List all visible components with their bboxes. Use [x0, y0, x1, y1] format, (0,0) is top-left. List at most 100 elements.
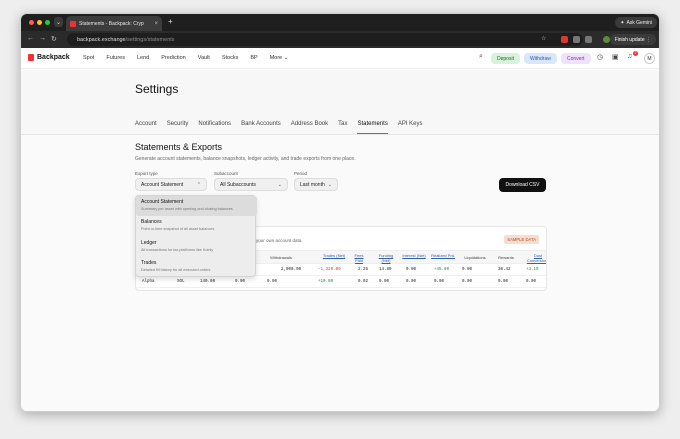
- nav-bp[interactable]: BP: [250, 55, 257, 61]
- table-cell: +10.00: [318, 280, 334, 284]
- page-title: Settings: [135, 82, 179, 96]
- table-cell: 0.02: [358, 280, 369, 284]
- table-cell: +3.10: [526, 268, 539, 272]
- nav-stocks[interactable]: Stocks: [222, 55, 239, 61]
- brand-logo[interactable]: Backpack: [28, 54, 70, 61]
- col-trades-net[interactable]: Trades (Net): [320, 253, 348, 258]
- option-trades[interactable]: Trades Detailed fill history for all exe…: [136, 257, 257, 277]
- minimize-window-button[interactable]: [37, 20, 42, 25]
- chevron-down-icon: ⌄: [283, 55, 289, 61]
- wallet-icon[interactable]: ▣: [612, 53, 619, 61]
- tab-api-keys[interactable]: API Keys: [398, 121, 423, 134]
- tab-notifications[interactable]: Notifications: [198, 121, 231, 134]
- close-window-button[interactable]: [29, 20, 34, 25]
- history-icon[interactable]: ◷: [597, 53, 603, 61]
- period-label: Period: [294, 171, 308, 176]
- tab-bank-accounts[interactable]: Bank Accounts: [241, 121, 281, 134]
- ask-gemini-label: Ask Gemini: [626, 19, 652, 26]
- nav-futures[interactable]: Futures: [106, 55, 125, 61]
- deposit-button[interactable]: Deposit: [491, 53, 520, 64]
- new-tab-button[interactable]: +: [168, 17, 173, 26]
- url-field[interactable]: backpack.exchange/settings/statements: [67, 33, 583, 46]
- period-value: Last month: [300, 181, 325, 188]
- preview-note: your own account data.: [256, 238, 303, 243]
- nav-more-label: More: [269, 55, 283, 61]
- forward-icon[interactable]: →: [39, 35, 46, 42]
- col-withdrawals: Withdrawals: [270, 255, 292, 260]
- section-subtitle: Generate account statements, balance sna…: [135, 156, 356, 162]
- back-icon[interactable]: ←: [27, 35, 34, 42]
- tab-account[interactable]: Account: [135, 121, 157, 134]
- nav-lend[interactable]: Lend: [137, 55, 149, 61]
- col-dust-conversions[interactable]: Dust Conversions: [524, 253, 546, 263]
- option-title: Trades: [141, 260, 157, 266]
- table-cell: 2.26: [358, 268, 369, 272]
- chevron-up-icon: ⌃: [196, 181, 201, 188]
- chevron-down-icon: ⌄: [277, 181, 282, 188]
- table-cell: -1,320.00: [318, 268, 341, 272]
- main-nav: Spot Futures Lend Prediction Vault Stock…: [83, 55, 288, 61]
- table-cell: 0.00: [267, 280, 278, 284]
- option-title: Ledger: [141, 240, 157, 246]
- nav-prediction[interactable]: Prediction: [161, 55, 185, 61]
- table-cell: 0.00: [498, 280, 509, 284]
- browser-tab[interactable]: Statements - Backpack: Cryp ×: [66, 16, 162, 31]
- col-funding-net[interactable]: Funding (Net): [374, 253, 398, 263]
- table-cell: 0.00: [462, 280, 473, 284]
- option-description: Detailed fill history for all executed o…: [141, 268, 211, 272]
- option-ledger[interactable]: Ledger All transactions for tax platform…: [136, 237, 257, 257]
- nav-spot[interactable]: Spot: [83, 55, 94, 61]
- search-icon[interactable]: ⌕: [479, 53, 483, 61]
- extension-icon[interactable]: [561, 36, 568, 43]
- table-cell: Alpha: [142, 280, 155, 284]
- reload-icon[interactable]: ↻: [51, 35, 57, 43]
- col-fees-paid[interactable]: Fees Paid: [352, 253, 366, 263]
- tab-security[interactable]: Security: [167, 121, 189, 134]
- nav-vault[interactable]: Vault: [198, 55, 210, 61]
- profile-icon[interactable]: [603, 36, 610, 43]
- extensions-puzzle-icon[interactable]: [585, 36, 592, 43]
- option-title: Balances: [141, 219, 162, 225]
- option-title: Account Statement: [141, 199, 184, 205]
- tab-bar: ⌄ Statements - Backpack: Cryp × + ✦ Ask …: [21, 14, 659, 31]
- address-bar: ← → ↻ backpack.exchange/settings/stateme…: [21, 31, 659, 48]
- withdraw-button[interactable]: Withdraw: [524, 53, 557, 64]
- maximize-window-button[interactable]: [45, 20, 50, 25]
- col-rewards: Rewards: [498, 255, 514, 260]
- table-cell: +45.80: [434, 268, 450, 272]
- section-title: Statements & Exports: [135, 142, 223, 152]
- table-cell: SOL: [177, 280, 185, 284]
- sparkle-icon: ✦: [620, 19, 625, 26]
- bell-icon[interactable]: ♫: [627, 53, 632, 60]
- tab-statements[interactable]: Statements: [357, 121, 388, 134]
- bookmark-star-icon[interactable]: ☆: [541, 35, 546, 42]
- avatar[interactable]: M: [644, 53, 655, 64]
- notification-badge: 2: [633, 51, 638, 56]
- extension-icon[interactable]: [573, 36, 580, 43]
- convert-button[interactable]: Convert: [561, 53, 591, 64]
- option-balances[interactable]: Balances Point-in-time snapshot of all a…: [136, 216, 257, 236]
- favicon-icon: [70, 20, 76, 27]
- url-path: /settings/statements: [125, 36, 175, 43]
- period-select[interactable]: Last month ⌄: [294, 178, 338, 191]
- nav-more[interactable]: More ⌄: [270, 55, 289, 61]
- tab-tax[interactable]: Tax: [338, 121, 347, 134]
- tab-address-book[interactable]: Address Book: [291, 121, 328, 134]
- col-realized-pnl[interactable]: Realized PnL: [431, 253, 455, 258]
- ask-gemini-button[interactable]: ✦ Ask Gemini: [615, 17, 657, 28]
- export-type-select[interactable]: Account Statement ⌃: [135, 178, 207, 191]
- download-csv-button[interactable]: Download CSV: [499, 178, 546, 192]
- col-interest-net[interactable]: Interest (Net): [402, 253, 426, 258]
- chevron-down-icon: ⌄: [327, 181, 332, 188]
- option-description: Summary per asset with opening and closi…: [141, 207, 233, 211]
- finish-update-button[interactable]: Finish update ⋮: [609, 34, 656, 45]
- table-cell: 0.00: [406, 280, 417, 284]
- subaccount-select[interactable]: All Subaccounts ⌄: [214, 178, 288, 191]
- tab-search-icon[interactable]: ⌄: [54, 17, 63, 27]
- option-description: Point-in-time snapshot of all asset bala…: [141, 227, 215, 231]
- table-cell: 0.00: [434, 280, 445, 284]
- option-account-statement[interactable]: Account Statement Summary per asset with…: [136, 196, 257, 216]
- sample-data-badge: SAMPLE DATA: [504, 235, 539, 244]
- close-tab-icon[interactable]: ×: [154, 21, 158, 27]
- table-cell: 14.80: [379, 268, 392, 272]
